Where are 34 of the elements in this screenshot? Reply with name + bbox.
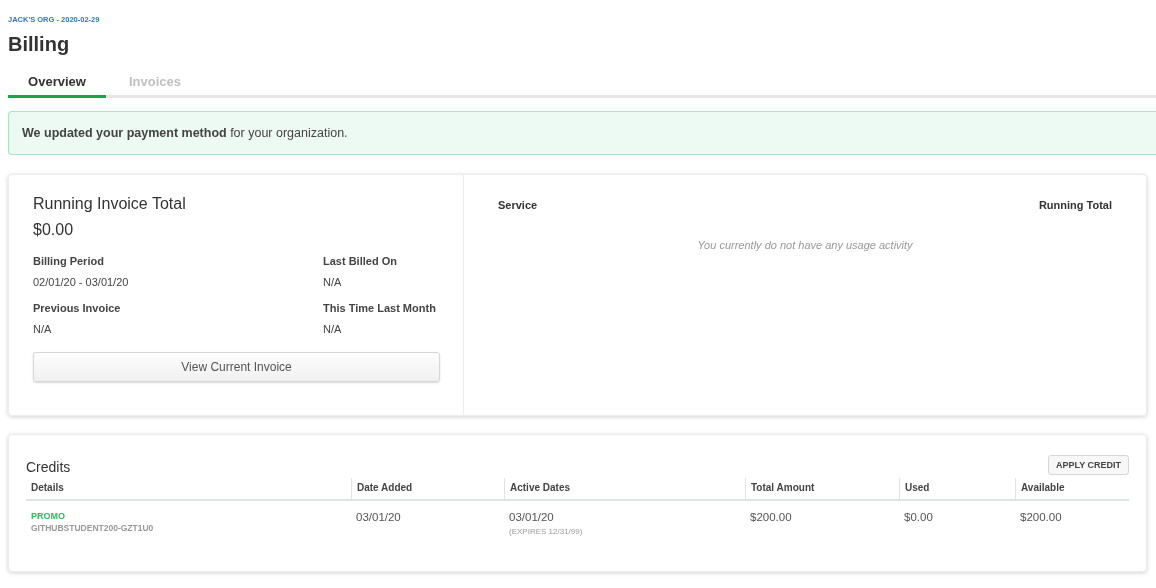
tab[interactable]: Overview <box>8 70 106 98</box>
credits-title: Credits <box>26 459 71 475</box>
stat-label: Previous Invoice <box>33 302 122 314</box>
column-header: Service <box>498 199 538 211</box>
view-invoice-button[interactable]: View Current Invoice <box>33 352 440 382</box>
stat-label: Last Billed On <box>323 255 398 267</box>
table-cell-text: $200.00 <box>1019 511 1063 525</box>
stat-value: N/A <box>323 323 343 335</box>
table-cell-text: 03/01/20 <box>509 511 555 523</box>
apply-credit-button[interactable]: APPLY CREDIT <box>1047 455 1129 475</box>
table-cell-text: 03/01/20 <box>355 511 402 525</box>
column-header: Active Dates <box>504 478 745 499</box>
table-cell-text: $200.00 <box>749 511 793 525</box>
expires-label: (EXPIRES <box>509 527 547 536</box>
stat-value: 02/01/20 - 03/01/20 <box>33 276 130 288</box>
total-amount: $0.00 <box>33 221 75 239</box>
banner-message: We updated your payment method for your organization. <box>22 126 348 140</box>
stat-label: Billing Period <box>33 255 105 267</box>
page-title: Billing <box>8 33 71 56</box>
credit-code: GITHUBSTUDENT200-GZT1U0 <box>31 523 155 533</box>
summary-title: Running Invoice Total <box>33 195 187 213</box>
stat-value: N/A <box>323 276 343 288</box>
column-header: Running Total <box>1038 199 1112 211</box>
expires-date: 12/31/99) <box>548 527 583 536</box>
empty-message: You currently do not have any usage activity <box>696 239 914 251</box>
credit-type: PROMO <box>31 511 66 521</box>
stat-label: This Time Last Month <box>323 302 437 314</box>
column-header: Date Added <box>351 478 504 499</box>
column-header: Available <box>1015 478 1129 499</box>
column-header: Used <box>899 478 1015 499</box>
column-header: Details <box>30 481 65 495</box>
table-cell-text: $0.00 <box>903 511 934 525</box>
column-header: Total Amount <box>745 478 899 499</box>
stat-value: N/A <box>33 323 53 335</box>
